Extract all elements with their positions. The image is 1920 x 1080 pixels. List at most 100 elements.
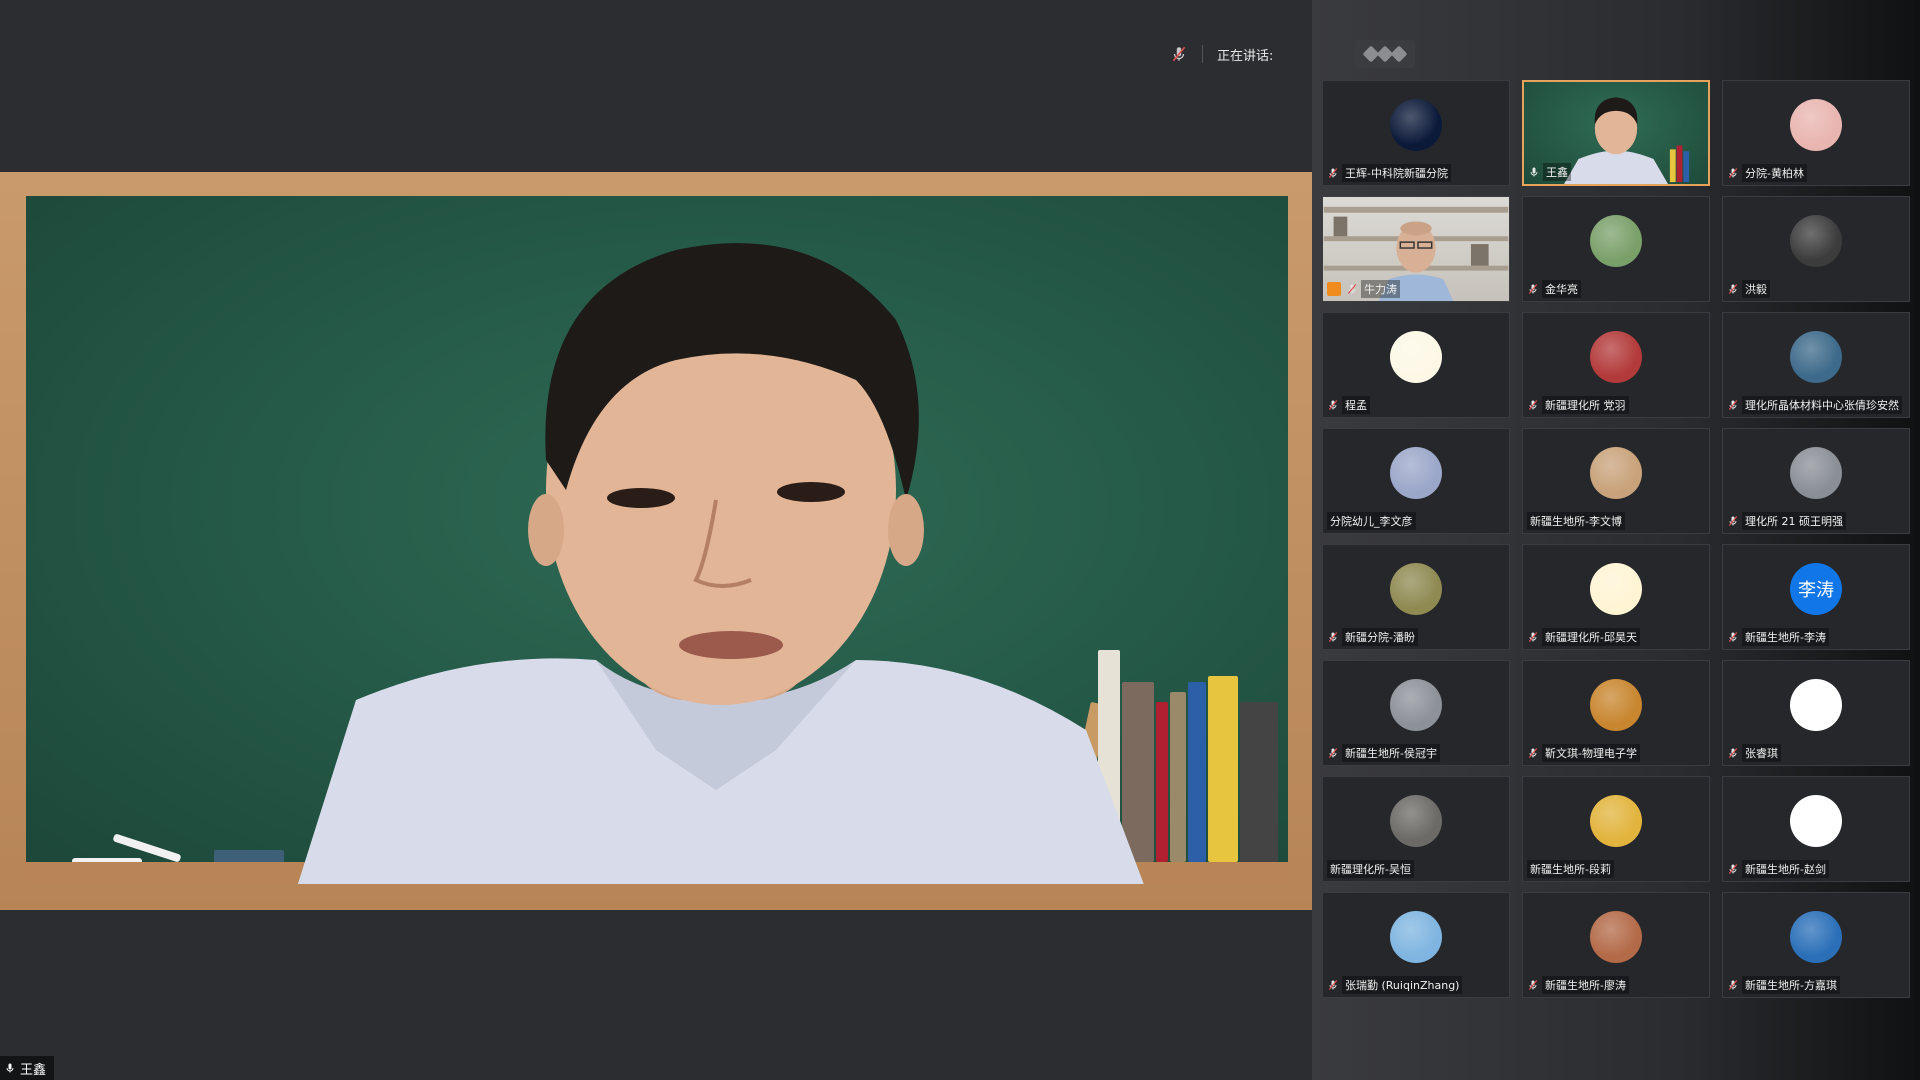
participant-tile[interactable]: 理化所晶体材料中心张倩珍安然	[1722, 312, 1910, 418]
participant-label: 张瑞勤 (RuiqinZhang)	[1327, 976, 1463, 994]
road-avatar	[1390, 563, 1442, 615]
participant-label: 新疆理化所-邱昊天	[1527, 628, 1640, 646]
book	[1240, 702, 1278, 862]
participant-name: 牛力涛	[1361, 280, 1400, 298]
participant-label: 新疆生地所-段莉	[1527, 860, 1614, 878]
participant-name: 金华亮	[1542, 280, 1581, 298]
anime-avatar	[1590, 331, 1642, 383]
participant-tile[interactable]: 王辉-中科院新疆分院	[1322, 80, 1510, 186]
book	[1208, 676, 1238, 862]
participant-name: 理化所晶体材料中心张倩珍安然	[1742, 396, 1902, 414]
main-speaker-name-tag: 王鑫	[0, 1056, 55, 1080]
main-speaker-video[interactable]	[0, 172, 1312, 910]
mic-muted-icon	[1328, 748, 1338, 758]
participant-tile[interactable]: 新疆生地所-廖涛	[1522, 892, 1710, 998]
participant-tile[interactable]: 新疆理化所-邱昊天	[1522, 544, 1710, 650]
participant-tile[interactable]: 新疆理化所-吴恒	[1322, 776, 1510, 882]
mic-muted-icon	[1347, 284, 1357, 294]
participant-label: 新疆生地所-侯冠宇	[1327, 744, 1440, 762]
participant-tile[interactable]: 王鑫	[1522, 80, 1710, 186]
participant-label: 新疆生地所-赵剑	[1727, 860, 1829, 878]
participant-tile[interactable]: 新疆生地所-赵剑	[1722, 776, 1910, 882]
participant-name: 新疆分院-潘盼	[1342, 628, 1418, 646]
participant-tile[interactable]: 靳文琪-物理电子学	[1522, 660, 1710, 766]
participant-tile[interactable]: 张瑞勤 (RuiqinZhang)	[1322, 892, 1510, 998]
mic-muted-icon	[1328, 632, 1338, 642]
participant-label: 分院-黄柏林	[1727, 164, 1807, 182]
participant-name: 靳文琪-物理电子学	[1542, 744, 1640, 762]
shoe-avatar	[1790, 679, 1842, 731]
photo-avatar	[1790, 215, 1842, 267]
participant-tile[interactable]: 新疆生地所-李文博	[1522, 428, 1710, 534]
participant-tile[interactable]: 李涛 新疆生地所-李涛	[1722, 544, 1910, 650]
participant-label: 分院幼儿_李文彦	[1327, 512, 1416, 530]
dog-avatar	[1590, 679, 1642, 731]
participant-tile[interactable]: 分院幼儿_李文彦	[1322, 428, 1510, 534]
text-avatar: 李涛	[1790, 563, 1842, 615]
participant-name: 新疆理化所-吴恒	[1327, 860, 1414, 878]
participant-label: 程孟	[1327, 396, 1370, 414]
participant-name: 程孟	[1342, 396, 1370, 414]
participant-label: 张睿琪	[1727, 744, 1781, 762]
participant-name: 新疆生地所-廖涛	[1542, 976, 1629, 994]
speaker-person	[297, 243, 1144, 884]
girl-avatar	[1390, 447, 1442, 499]
participant-tile[interactable]: 新疆分院-潘盼	[1322, 544, 1510, 650]
participant-label: 靳文琪-物理电子学	[1527, 744, 1640, 762]
participant-label: 洪毅	[1727, 280, 1770, 298]
participant-tile[interactable]: 新疆理化所 党羽	[1522, 312, 1710, 418]
participant-name: 新疆生地所-段莉	[1527, 860, 1614, 878]
participant-name: 新疆生地所-赵剑	[1742, 860, 1829, 878]
gallery-options-button[interactable]	[1355, 40, 1415, 68]
participant-name: 张瑞勤 (RuiqinZhang)	[1342, 976, 1463, 994]
participant-label: 理化所晶体材料中心张倩珍安然	[1727, 396, 1902, 414]
participant-name: 新疆生地所-方嘉琪	[1742, 976, 1840, 994]
participant-name: 新疆理化所 党羽	[1542, 396, 1629, 414]
mic-muted-icon	[1728, 632, 1738, 642]
mic-muted-icon	[1528, 980, 1538, 990]
participant-name: 理化所 21 硕王明强	[1742, 512, 1846, 530]
participant-tile[interactable]: 理化所 21 硕王明强	[1722, 428, 1910, 534]
mic-muted-icon	[1728, 400, 1738, 410]
cat-avatar	[1590, 447, 1642, 499]
participant-label: 新疆生地所-李涛	[1727, 628, 1829, 646]
participant-tile[interactable]: 牛力涛	[1322, 196, 1510, 302]
mic-muted-icon	[1728, 516, 1738, 526]
anime-boy-avatar	[1790, 447, 1842, 499]
mic-muted-icon	[1728, 864, 1738, 874]
participant-name: 洪毅	[1742, 280, 1770, 298]
mic-muted-icon	[1328, 980, 1338, 990]
participant-label: 新疆理化所 党羽	[1527, 396, 1629, 414]
participant-name: 新疆理化所-邱昊天	[1542, 628, 1640, 646]
participant-tile[interactable]: 程孟	[1322, 312, 1510, 418]
participant-label: 牛力涛	[1327, 280, 1400, 298]
participant-tile[interactable]: 新疆生地所-侯冠宇	[1322, 660, 1510, 766]
participant-name: 新疆生地所-李文博	[1527, 512, 1625, 530]
mic-muted-icon	[1528, 748, 1538, 758]
participant-tile[interactable]: 张睿琪	[1722, 660, 1910, 766]
participant-name: 王鑫	[1543, 163, 1571, 181]
landscape-avatar	[1790, 331, 1842, 383]
frog-avatar	[1790, 795, 1842, 847]
participant-tile[interactable]: 分院-黄柏林	[1722, 80, 1910, 186]
participant-label: 新疆分院-潘盼	[1327, 628, 1418, 646]
participant-label: 新疆生地所-廖涛	[1527, 976, 1629, 994]
host-badge-icon	[1327, 282, 1341, 296]
participant-label: 新疆生地所-方嘉琪	[1727, 976, 1840, 994]
group-avatar	[1590, 911, 1642, 963]
participant-label: 新疆生地所-李文博	[1527, 512, 1625, 530]
girl-photo-avatar	[1590, 795, 1642, 847]
participant-tile[interactable]: 金华亮	[1522, 196, 1710, 302]
mic-muted-icon	[1172, 46, 1186, 62]
participant-name: 新疆生地所-侯冠宇	[1342, 744, 1440, 762]
pikachu-hat-avatar	[1590, 563, 1642, 615]
chalkboard-background	[26, 196, 1288, 884]
participant-tile[interactable]: 新疆生地所-段莉	[1522, 776, 1710, 882]
cartoon-avatar	[1790, 99, 1842, 151]
avatar-initials: 李涛	[1798, 580, 1834, 601]
participant-tile[interactable]: 洪毅	[1722, 196, 1910, 302]
participant-name: 新疆生地所-李涛	[1742, 628, 1829, 646]
pikachu-avatar	[1390, 331, 1442, 383]
mic-muted-icon	[1328, 400, 1338, 410]
participant-tile[interactable]: 新疆生地所-方嘉琪	[1722, 892, 1910, 998]
